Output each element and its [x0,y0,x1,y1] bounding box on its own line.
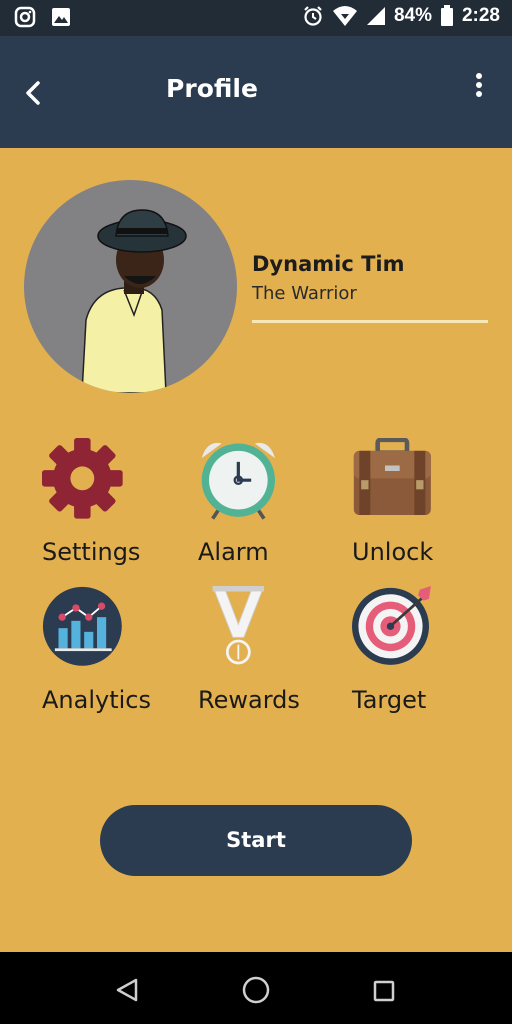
avatar [24,180,237,393]
home-nav-icon[interactable] [241,975,271,1005]
menu-item-target[interactable]: Target [352,586,502,726]
menu-item-alarm[interactable]: Alarm [198,438,348,578]
menu-item-label: Target [352,686,427,714]
signal-icon [366,7,385,25]
battery-icon [440,5,453,26]
recents-nav-icon[interactable] [373,980,395,1002]
profile-subtitle: The Warrior [252,283,357,304]
target-icon [352,586,431,665]
gallery-icon [52,8,70,26]
menu-item-label: Settings [42,538,141,566]
status-bar: 84% 2:28 [0,0,512,36]
menu-item-unlock[interactable]: Unlock [352,438,502,578]
instagram-icon [14,6,36,28]
medal-icon [212,586,265,665]
app-bar: Profile [0,36,512,148]
profile-divider [252,320,488,323]
profile-name: Dynamic Tim [252,252,405,276]
wifi-icon [332,6,357,26]
navigation-bar [0,952,512,1024]
avatar-illustration [81,209,187,393]
menu-item-label: Rewards [198,686,300,714]
menu-item-label: Unlock [352,538,434,566]
menu-item-analytics[interactable]: Analytics [42,586,192,726]
gear-icon [42,438,123,519]
menu-item-settings[interactable]: Settings [42,438,192,578]
briefcase-icon [353,438,431,515]
menu-item-label: Alarm [198,538,269,566]
chart-icon [42,586,122,666]
more-options-icon[interactable] [472,72,486,102]
page-title: Profile [166,74,258,103]
start-button[interactable]: Start [100,805,412,876]
menu-item-rewards[interactable]: Rewards [198,586,348,726]
menu-item-label: Analytics [42,686,151,714]
alarm-clock-icon [201,442,275,520]
alarm-status-icon [304,6,322,26]
clock-time: 2:28 [461,5,500,26]
back-nav-icon[interactable] [116,978,138,1002]
battery-percent: 84% [393,5,432,26]
